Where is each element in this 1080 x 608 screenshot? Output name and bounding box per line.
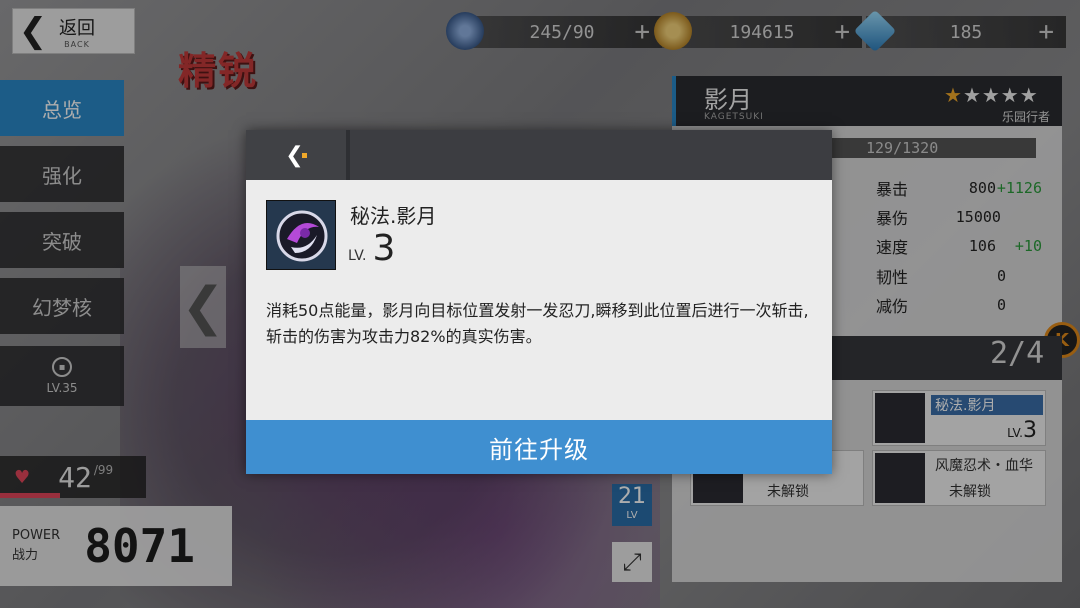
upgrade-button[interactable]: 前往升级	[246, 420, 832, 474]
skill-icon	[266, 200, 336, 270]
indicator-dot	[301, 152, 307, 158]
skill-name: 秘法.影月	[350, 204, 437, 228]
skill-description: 消耗50点能量，影月向目标位置发射一发忍刀,瞬移到此位置后进行一次斩击,斩击的伤…	[266, 301, 809, 346]
skill-level: LV. 3	[348, 228, 396, 269]
modal-back-button[interactable]: ❮	[246, 130, 350, 180]
skill-detail-modal: ❮ 秘法.影月 LV. 3 消耗50点能量，影月向目标位置发射一发忍刀,瞬移到此…	[246, 130, 832, 474]
